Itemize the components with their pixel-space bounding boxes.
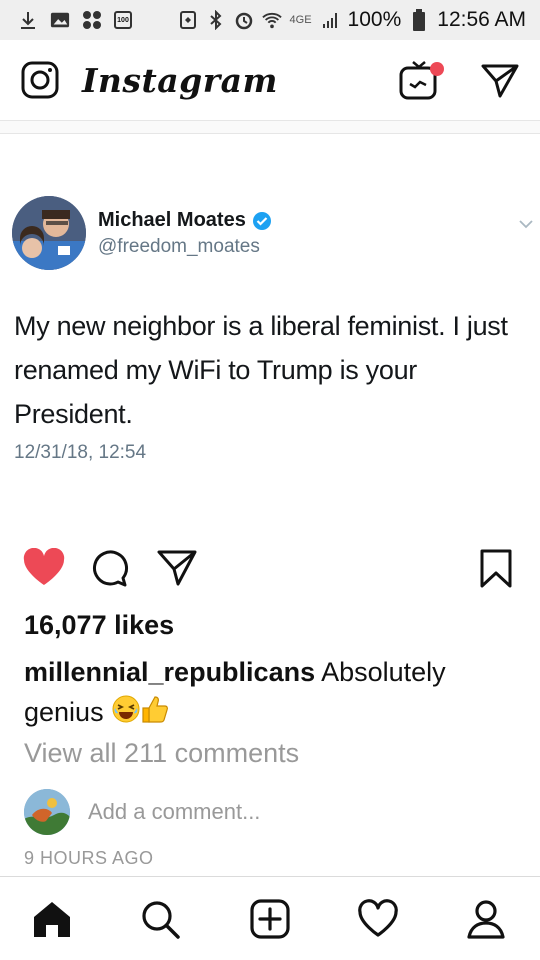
apps-icon [82, 10, 102, 30]
avatar [24, 789, 70, 835]
nfc-icon [178, 10, 198, 30]
tweet-date: 12/31/18, 12:54 [14, 442, 147, 463]
comment-icon[interactable] [90, 548, 130, 593]
home-icon[interactable] [30, 897, 74, 941]
battery-icon [409, 9, 429, 31]
bluetooth-icon [206, 10, 226, 30]
heart-filled-icon[interactable] [22, 547, 66, 593]
caption-username[interactable]: millennial_republicans [24, 657, 315, 687]
view-all-comments-link[interactable]: View all 211 comments [24, 738, 299, 769]
post-caption: millennial_republicans Absolutely genius [24, 652, 524, 735]
battery-percent: 100% [347, 8, 402, 31]
activity-heart-icon[interactable] [356, 897, 400, 941]
notification-dot [430, 62, 444, 76]
verified-badge-icon [252, 211, 272, 231]
author-name-text: Michael Moates [98, 209, 246, 231]
tweet-handle: @freedom_moates [98, 236, 260, 257]
wifi-icon [261, 10, 282, 30]
likes-count[interactable]: 16,077 likes [24, 610, 174, 641]
tweet-text: My new neighbor is a liberal feminist. I… [14, 311, 508, 429]
thumbs-up-emoji-icon [141, 694, 169, 735]
instagram-logo: Instagram [82, 60, 278, 100]
post-timestamp: 9 HOURS AGO [24, 848, 154, 868]
bottom-navigation [0, 876, 540, 960]
add-comment-input[interactable] [88, 799, 488, 825]
post-actions [0, 540, 540, 600]
tweet-avatar [12, 196, 86, 270]
percent-badge-icon: 100 [114, 11, 132, 29]
share-icon[interactable] [156, 548, 198, 593]
laughing-emoji-icon [111, 694, 141, 735]
add-comment-row [24, 788, 524, 836]
signal-icon [320, 10, 340, 30]
igtv-icon[interactable] [398, 58, 444, 102]
network-type: 4GE [289, 14, 312, 26]
profile-icon[interactable] [464, 897, 508, 941]
alarm-icon [234, 10, 254, 30]
search-icon[interactable] [138, 897, 182, 941]
direct-message-icon[interactable] [480, 60, 520, 100]
status-bar: 100 4GE 100% 12:56 AM [0, 0, 540, 40]
app-header: Instagram [0, 40, 540, 120]
post-image-tweet[interactable]: Michael Moates @freedom_moates My new ne… [0, 134, 540, 534]
add-post-icon[interactable] [248, 897, 292, 941]
camera-icon[interactable] [20, 60, 60, 100]
bookmark-icon[interactable] [478, 548, 514, 593]
clock: 12:56 AM [437, 8, 526, 31]
download-icon [18, 10, 38, 30]
photo-icon [50, 10, 70, 30]
chevron-down-icon [518, 216, 534, 234]
header-divider [0, 120, 540, 134]
tweet-author-name: Michael Moates [98, 209, 272, 232]
